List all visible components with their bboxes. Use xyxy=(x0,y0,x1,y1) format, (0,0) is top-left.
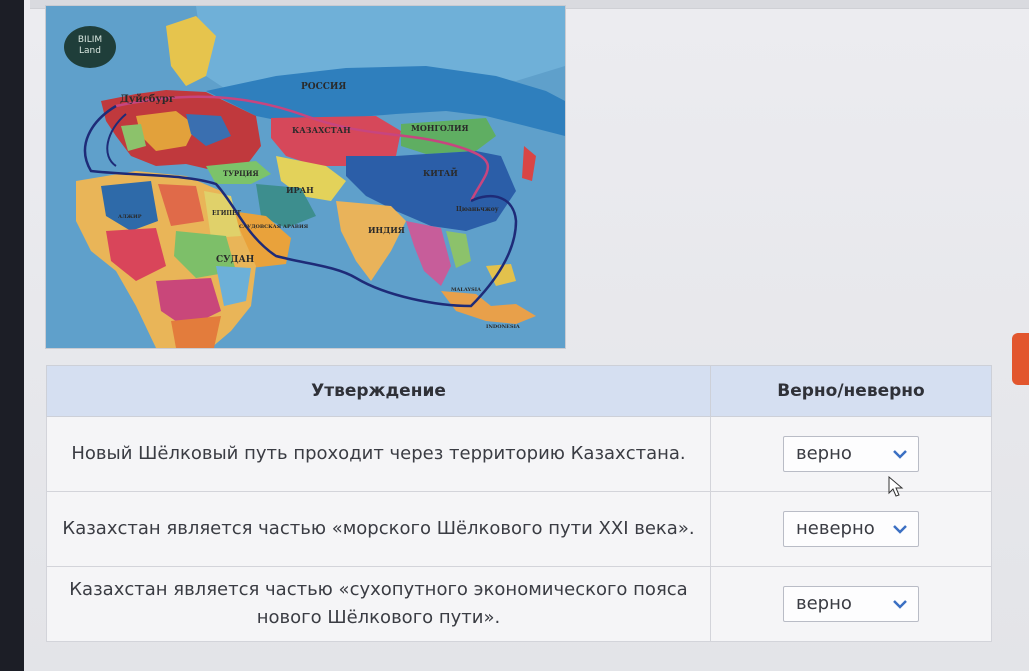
side-tab-button[interactable] xyxy=(1012,333,1029,385)
dropdown-value: неверно xyxy=(796,518,875,539)
table-header-row: Утверждение Верно/неверно xyxy=(46,365,992,417)
label-turkey: ТУРЦИЯ xyxy=(223,169,259,178)
bilimland-logo: BILIM Land xyxy=(64,26,116,68)
label-indonesia: INDONESIA xyxy=(486,324,520,330)
screen-bezel xyxy=(0,0,24,671)
silk-road-map: Дуйсбург РОССИЯ КАЗАХСТАН МОНГОЛИЯ КИТАЙ… xyxy=(46,6,565,348)
answer-dropdown[interactable]: верно xyxy=(783,586,919,622)
label-iran: ИРАН xyxy=(286,185,314,195)
label-china: КИТАЙ xyxy=(423,168,458,178)
chevron-down-icon xyxy=(893,525,907,534)
answer-cell: неверно xyxy=(710,491,992,567)
header-truth: Верно/неверно xyxy=(710,365,992,417)
chevron-down-icon xyxy=(893,450,907,459)
label-india: ИНДИЯ xyxy=(368,225,405,235)
logo-line-1: BILIM xyxy=(77,35,103,45)
label-egypt: ЕГИПЕТ xyxy=(212,210,242,217)
table-row: Казахстан является частью «сухопутного э… xyxy=(46,566,992,642)
label-sudan: СУДАН xyxy=(216,255,255,265)
header-statement: Утверждение xyxy=(46,365,711,417)
label-algeria: АЛЖИР xyxy=(118,214,142,220)
answer-dropdown[interactable]: неверно xyxy=(783,511,919,547)
table-row: Казахстан является частью «морского Шёлк… xyxy=(46,491,992,567)
statements-table: Утверждение Верно/неверно Новый Шёлковый… xyxy=(46,365,992,642)
dropdown-value: верно xyxy=(796,593,852,614)
label-duisburg: Дуйсбург xyxy=(120,94,175,105)
chevron-down-icon xyxy=(893,600,907,609)
mouse-pointer-icon xyxy=(888,476,904,497)
map-illustration: Дуйсбург РОССИЯ КАЗАХСТАН МОНГОЛИЯ КИТАЙ… xyxy=(46,6,565,348)
statement-cell: Казахстан является частью «морского Шёлк… xyxy=(46,491,711,567)
dropdown-value: верно xyxy=(796,443,852,464)
label-kazakhstan: КАЗАХСТАН xyxy=(292,125,351,135)
label-saudi: САУДОВСКАЯ АРАВИЯ xyxy=(239,224,309,230)
statement-cell: Казахстан является частью «сухопутного э… xyxy=(46,566,711,642)
label-russia: РОССИЯ xyxy=(301,82,346,92)
table-row: Новый Шёлковый путь проходит через терри… xyxy=(46,416,992,492)
logo-line-2: Land xyxy=(79,46,101,56)
label-malaysia: MALAYSIA xyxy=(451,287,481,293)
answer-cell: верно xyxy=(710,416,992,492)
answer-cell: верно xyxy=(710,566,992,642)
label-mongolia: МОНГОЛИЯ xyxy=(411,123,469,133)
answer-dropdown[interactable]: верно xyxy=(783,436,919,472)
statement-cell: Новый Шёлковый путь проходит через терри… xyxy=(46,416,711,492)
label-chuanzhou: Цюаньчжоу xyxy=(456,206,499,213)
